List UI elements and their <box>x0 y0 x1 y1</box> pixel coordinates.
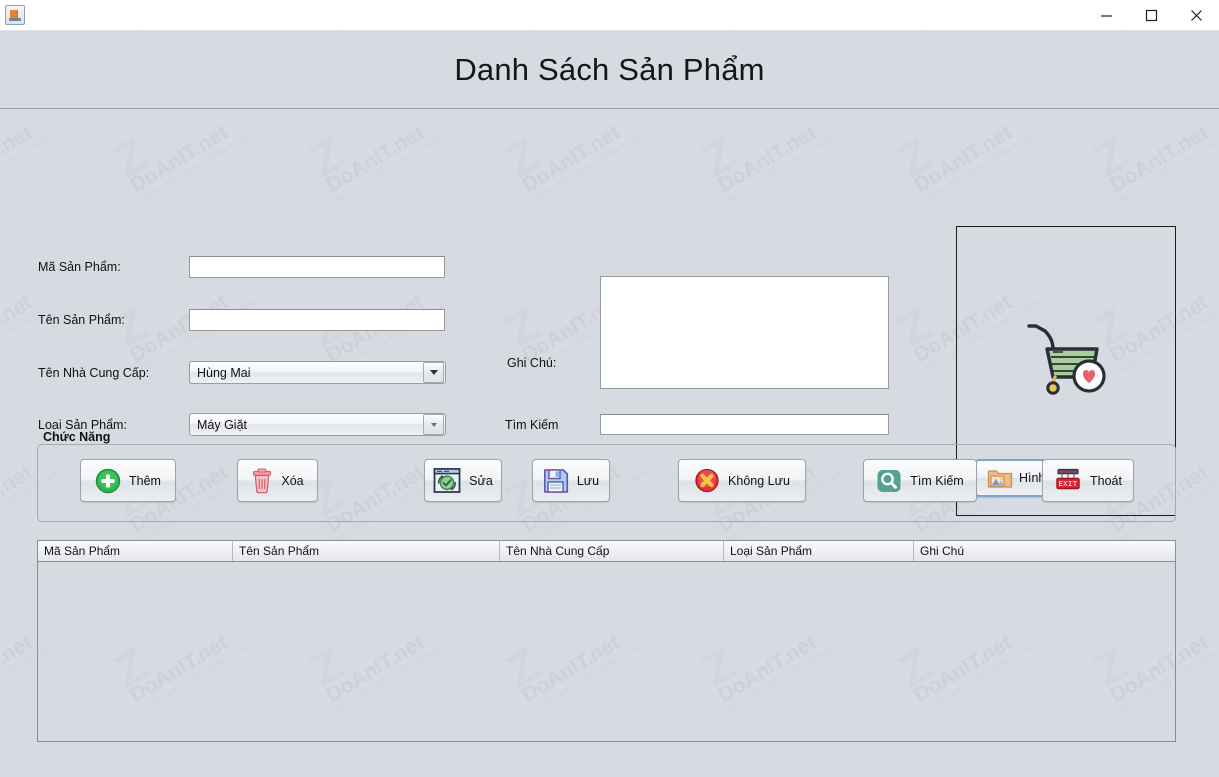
watermark-tile: ZDoAnIT.netSource Code - Đồ Án - Bài tập… <box>305 760 453 777</box>
combobox-loai-san-pham-value: Máy Giặt <box>197 417 248 432</box>
watermark-tile: ZDoAnIT.netSource Code - Đồ Án - Bài tập… <box>109 760 257 777</box>
input-tim-kiem[interactable] <box>600 414 889 435</box>
java-coffee-icon <box>5 5 25 25</box>
table-column-header[interactable]: Tên Sản Phẩm <box>233 541 500 561</box>
combobox-nha-cung-cap-value: Hùng Mai <box>197 365 251 380</box>
exit-sign-red-icon: EXIT <box>1054 468 1082 494</box>
textarea-ghi-chu[interactable] <box>600 276 889 389</box>
chevron-down-icon[interactable] <box>423 414 444 435</box>
search-button-label: Tìm Kiếm <box>910 473 964 488</box>
table-column-header[interactable]: Ghi Chú <box>914 541 1175 561</box>
watermark-tile: ZDoAnIT.netSource Code - Đồ Án - Bài tập… <box>1089 760 1219 777</box>
delete-button-label: Xóa <box>281 473 304 488</box>
label-ten-san-pham: Tên Sản Phẩm: <box>38 313 125 327</box>
input-ma-san-pham[interactable] <box>189 256 445 278</box>
function-group-title: Chức Năng <box>39 430 115 444</box>
save-button[interactable]: Lưu <box>532 459 610 502</box>
product-table[interactable]: Mã Sản Phẩm Tên Sản Phẩm Tên Nhà Cung Cấ… <box>37 540 1176 742</box>
refresh-check-window-icon <box>433 467 461 494</box>
cancel-button[interactable]: Không Lưu <box>678 459 806 502</box>
minimize-button[interactable] <box>1084 0 1129 31</box>
edit-button[interactable]: Sửa <box>424 459 502 502</box>
watermark-tile: ZDoAnIT.netSource Code - Đồ Án - Bài tập… <box>0 760 61 777</box>
product-form: Mã Sản Phẩm: Tên Sản Phẩm: Tên Nhà Cung … <box>0 109 1219 516</box>
search-button[interactable]: Tìm Kiếm <box>863 459 977 502</box>
save-button-label: Lưu <box>576 473 600 488</box>
edit-button-label: Sửa <box>469 473 493 488</box>
combobox-loai-san-pham[interactable]: Máy Giặt <box>189 413 446 436</box>
exit-button-label: Thoát <box>1090 473 1122 488</box>
floppy-disk-blue-icon <box>543 468 569 494</box>
chevron-down-icon[interactable] <box>423 362 444 383</box>
label-ghi-chu: Ghi Chú: <box>507 356 557 370</box>
table-header-row: Mã Sản Phẩm Tên Sản Phẩm Tên Nhà Cung Cấ… <box>38 541 1175 562</box>
table-column-header[interactable]: Mã Sản Phẩm <box>38 541 233 561</box>
watermark-tile: ZDoAnIT.netSource Code - Đồ Án - Bài tập… <box>893 760 1041 777</box>
window-title-bar <box>0 0 1219 31</box>
watermark-tile: ZDoAnIT.netSource Code - Đồ Án - Bài tập… <box>501 760 649 777</box>
combobox-nha-cung-cap[interactable]: Hùng Mai <box>189 361 446 384</box>
watermark-tile: ZDoAnIT.netSource Code - Đồ Án - Bài tập… <box>697 760 845 777</box>
table-body[interactable] <box>38 562 1175 742</box>
plus-circle-green-icon <box>95 468 121 494</box>
close-button[interactable] <box>1174 0 1219 31</box>
table-column-header[interactable]: Tên Nhà Cung Cấp <box>500 541 724 561</box>
trash-red-icon <box>251 467 273 494</box>
shopping-cart-heart-icon <box>1023 319 1109 397</box>
label-nha-cung-cap: Tên Nhà Cung Cấp: <box>38 366 150 380</box>
cancel-button-label: Không Lưu <box>728 473 790 488</box>
table-column-header[interactable]: Loại Sản Phẩm <box>724 541 914 561</box>
page-title: Danh Sách Sản Phẩm <box>454 51 765 87</box>
add-button[interactable]: Thêm <box>80 459 176 502</box>
add-button-label: Thêm <box>129 473 161 488</box>
label-tim-kiem: Tìm Kiếm <box>505 418 559 432</box>
delete-button[interactable]: Xóa <box>237 459 318 502</box>
exit-button[interactable]: EXIT Thoát <box>1042 459 1134 502</box>
svg-text:EXIT: EXIT <box>1059 480 1078 488</box>
maximize-button[interactable] <box>1129 0 1174 31</box>
function-button-panel: Thêm Xóa Sửa Lưu Không Lưu Tìm Kiếm EXIT… <box>37 444 1176 522</box>
x-circle-red-icon <box>694 468 720 494</box>
label-ma-san-pham: Mã Sản Phẩm: <box>38 260 121 274</box>
header-bar: Danh Sách Sản Phẩm <box>0 31 1219 109</box>
input-ten-san-pham[interactable] <box>189 309 445 331</box>
magnifier-teal-icon <box>876 468 902 494</box>
